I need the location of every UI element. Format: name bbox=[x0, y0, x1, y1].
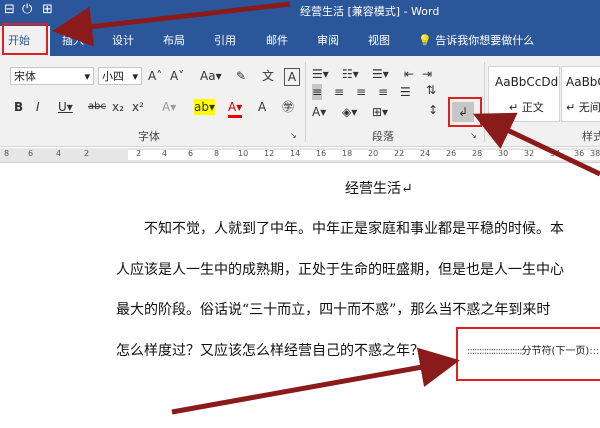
arrow-to-section-break bbox=[171, 347, 460, 415]
annotation-arrows bbox=[52, 1, 600, 415]
arrow-to-home-tab bbox=[52, 1, 291, 47]
arrow-to-show-marks bbox=[472, 112, 600, 177]
